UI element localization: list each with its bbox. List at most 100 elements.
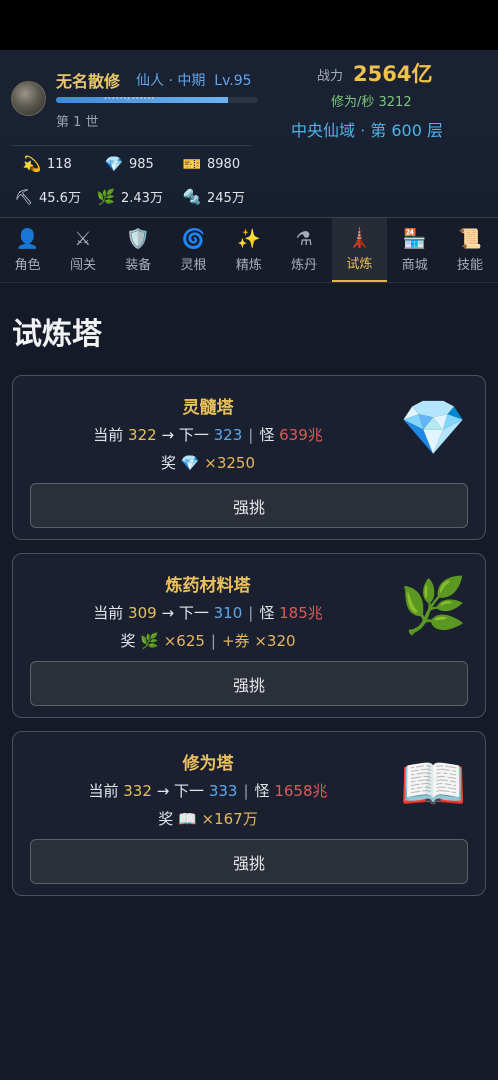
monster-label: 怪	[259, 426, 275, 444]
tower-reward: 奖 🌿 ×625 | +券 ×320	[13, 630, 403, 651]
tab-sparkles[interactable]: ✨ 精炼	[221, 218, 276, 282]
sparkles-icon: ✨	[237, 228, 261, 250]
separator: |	[248, 426, 254, 444]
resource-ticket: 🎫 8980	[182, 155, 240, 173]
separator: |	[210, 632, 216, 650]
tab-crossed-swords[interactable]: ⚔ 闯关	[55, 218, 110, 282]
resource-value: 8980	[207, 156, 241, 172]
reward-label: 奖	[120, 632, 136, 650]
tab-store[interactable]: 🏪 商城	[387, 218, 442, 282]
current-label: 当前	[93, 426, 124, 444]
resource-value: 2.43万	[121, 191, 163, 206]
tab-shield[interactable]: 🛡️ 装备	[111, 218, 166, 282]
tower-card: 修为塔 当前 332 → 下一 333 | 怪 1658兆奖 📖 ×167万 📖 强挑	[12, 731, 486, 896]
resource-value: 45.6万	[39, 191, 81, 206]
tower-reward: 奖 📖 ×167万	[13, 808, 403, 829]
next-label: 下一	[174, 782, 205, 800]
location: 中央仙域 · 第 600 层	[291, 121, 443, 140]
tab-label: 商城	[401, 258, 428, 273]
nut-bolt-icon: 🔩	[182, 187, 202, 206]
diamond-icon: 💎	[104, 155, 124, 173]
monster-power: 639兆	[279, 426, 323, 444]
tab-tower[interactable]: 🗼 试炼	[331, 218, 388, 282]
tab-label: 装备	[125, 258, 152, 273]
player-level: Lv.95	[214, 73, 252, 89]
ticket-icon: 🎫	[182, 155, 202, 173]
power-value: 2564亿	[353, 62, 433, 86]
challenge-button[interactable]: 强挑	[30, 483, 468, 528]
monster-power: 1658兆	[274, 782, 328, 800]
current-floor: 332	[123, 782, 152, 800]
tower-name: 灵髓塔	[182, 398, 234, 418]
power-label: 战力	[317, 69, 344, 84]
current-floor: 309	[128, 604, 157, 622]
status-bar	[0, 0, 498, 50]
player-realm-level: 仙人 · 中期 Lv.95	[136, 70, 252, 90]
tower-progress: 当前 322 → 下一 323 | 怪 639兆	[13, 424, 403, 445]
tower-name: 炼药材料塔	[165, 576, 251, 596]
tab-scroll[interactable]: 📜 技能	[442, 218, 497, 282]
extra-reward-label: +券	[221, 632, 250, 650]
reward-amount: ×3250	[204, 454, 255, 472]
tower-progress: 当前 332 → 下一 333 | 怪 1658兆	[13, 780, 403, 801]
next-label: 下一	[178, 426, 209, 444]
pickaxe-icon: ⛏	[14, 187, 34, 206]
reward-label: 奖	[158, 810, 174, 828]
monster-power: 185兆	[279, 604, 323, 622]
shield-icon: 🛡️	[126, 228, 151, 250]
tower-progress: 当前 309 → 下一 310 | 怪 185兆	[13, 602, 403, 623]
resource-value: 985	[129, 156, 154, 172]
tower-name: 修为塔	[182, 754, 234, 774]
life-count: 第 1 世	[56, 115, 99, 130]
current-floor: 322	[128, 426, 157, 444]
tab-person[interactable]: 👤 角色	[0, 218, 55, 282]
monster-label: 怪	[254, 782, 270, 800]
tab-swirl[interactable]: 🌀 灵根	[166, 218, 221, 282]
person-icon: 👤	[15, 228, 40, 250]
tab-label: 试炼	[346, 257, 373, 272]
store-icon: 🏪	[402, 228, 427, 250]
cultivation-rate: 修为/秒 3212	[331, 95, 412, 110]
herb-icon: 🌿	[399, 574, 467, 637]
player-realm: 仙人 · 中期	[136, 73, 206, 89]
divider	[11, 145, 251, 146]
tab-alembic[interactable]: ⚗ 炼丹	[276, 218, 331, 282]
arrow-icon: →	[156, 782, 170, 800]
arrow-icon: →	[161, 426, 175, 444]
resource-value: 118	[47, 156, 72, 172]
diamond-icon: 💎	[180, 454, 200, 472]
alembic-icon: ⚗	[295, 228, 313, 250]
resource-value: 245万	[207, 191, 245, 206]
monster-label: 怪	[259, 604, 275, 622]
challenge-button[interactable]: 强挑	[30, 839, 468, 884]
tab-label: 角色	[14, 258, 41, 273]
tower-reward: 奖 💎 ×3250	[13, 452, 403, 473]
challenge-button[interactable]: 强挑	[30, 661, 468, 706]
reward-amount: ×167万	[201, 810, 258, 828]
bottom-nav-tabs: 👤 角色 ⚔ 闯关 🛡️ 装备 🌀 灵根 ✨ 精炼 ⚗ 炼丹 🗼 试炼 🏪 商城 📜 技能	[0, 218, 498, 283]
separator: |	[248, 604, 254, 622]
reward-label: 奖	[160, 454, 176, 472]
resource-herb: 🌿 2.43万	[96, 187, 163, 207]
tab-label: 技能	[457, 258, 484, 273]
shooting-star-icon: 💫	[22, 155, 42, 173]
player-header: 无名散修 仙人 · 中期 Lv.95 XXX/XXX 第 1 世 战力 2564…	[0, 50, 498, 218]
tab-label: 灵根	[180, 258, 207, 273]
separator: |	[243, 782, 249, 800]
tab-label: 炼丹	[291, 258, 318, 273]
scroll-icon: 📜	[458, 228, 482, 250]
player-name: 无名散修	[56, 72, 121, 91]
resource-material: 🔩 245万	[182, 187, 245, 207]
open-book-icon: 📖	[178, 810, 197, 828]
resource-ore: ⛏ 45.6万	[14, 187, 81, 207]
tower-icon: 🗼	[347, 227, 372, 249]
avatar[interactable]	[11, 81, 46, 116]
open-book-icon: 📖	[399, 752, 467, 815]
xp-bar	[56, 97, 258, 103]
next-label: 下一	[178, 604, 209, 622]
tower-card: 炼药材料塔 当前 309 → 下一 310 | 怪 185兆奖 🌿 ×625 | +券 ×…	[12, 553, 486, 718]
current-label: 当前	[93, 604, 124, 622]
next-floor: 333	[208, 782, 238, 800]
herb-icon: 🌿	[140, 632, 159, 650]
resource-stardust: 💫 118	[22, 155, 72, 173]
